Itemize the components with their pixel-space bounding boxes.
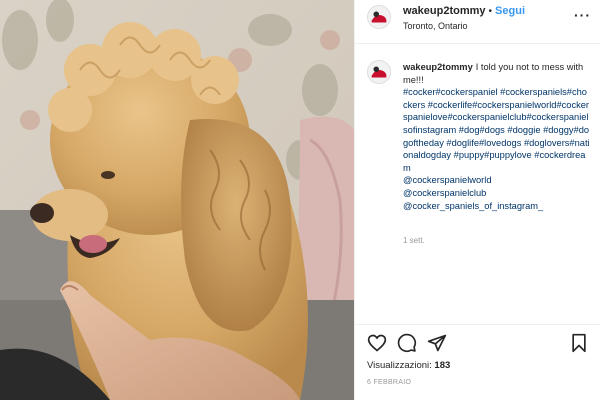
location-link[interactable]: Toronto, Ontario bbox=[403, 21, 468, 31]
heart-icon[interactable] bbox=[367, 333, 387, 353]
avatar-image bbox=[368, 6, 390, 28]
comments-section: wakeup2tommy I told you not to mess with … bbox=[355, 52, 600, 322]
bookmark-icon[interactable] bbox=[569, 333, 589, 353]
mention-link[interactable]: @cockerspanielclub bbox=[403, 187, 591, 200]
dog-photo-image bbox=[0, 0, 354, 400]
post-date[interactable]: 6 FEBBRAIO bbox=[367, 379, 411, 386]
caption-avatar[interactable] bbox=[367, 60, 391, 84]
separator-dot: • bbox=[488, 6, 493, 17]
mention-link[interactable]: @cocker_spaniels_of_instagram_ bbox=[403, 200, 591, 213]
view-count[interactable]: Visualizzazioni: 183 bbox=[367, 360, 450, 371]
post-details-panel: wakeup2tommy • Segui Toronto, Ontario ··· … bbox=[354, 0, 600, 400]
post-header: wakeup2tommy • Segui Toronto, Ontario ··· bbox=[355, 0, 600, 44]
post-caption: wakeup2tommy I told you not to mess with … bbox=[403, 61, 591, 212]
share-icon[interactable] bbox=[427, 333, 447, 353]
comment-icon[interactable] bbox=[397, 333, 417, 353]
views-number: 183 bbox=[434, 360, 451, 371]
username-link[interactable]: wakeup2tommy bbox=[403, 5, 486, 17]
post-photo[interactable] bbox=[0, 0, 354, 400]
mention-link[interactable]: @cockerspanielworld bbox=[403, 174, 591, 187]
views-label: Visualizzazioni: bbox=[367, 360, 432, 371]
avatar-image bbox=[368, 61, 390, 83]
action-bar: Visualizzazioni: 183 6 FEBBRAIO bbox=[355, 324, 600, 400]
avatar[interactable] bbox=[367, 5, 391, 29]
instagram-post: wakeup2tommy • Segui Toronto, Ontario ··· … bbox=[0, 0, 600, 400]
username-row: wakeup2tommy • Segui bbox=[403, 5, 525, 17]
more-options-icon[interactable]: ··· bbox=[574, 8, 591, 22]
follow-button[interactable]: Segui bbox=[495, 5, 525, 17]
caption-username[interactable]: wakeup2tommy bbox=[403, 62, 473, 72]
caption-timestamp[interactable]: 1 sett. bbox=[403, 236, 425, 245]
caption-hashtags[interactable]: #cocker#cockerspaniel #cockerspaniels#ch… bbox=[403, 86, 591, 174]
